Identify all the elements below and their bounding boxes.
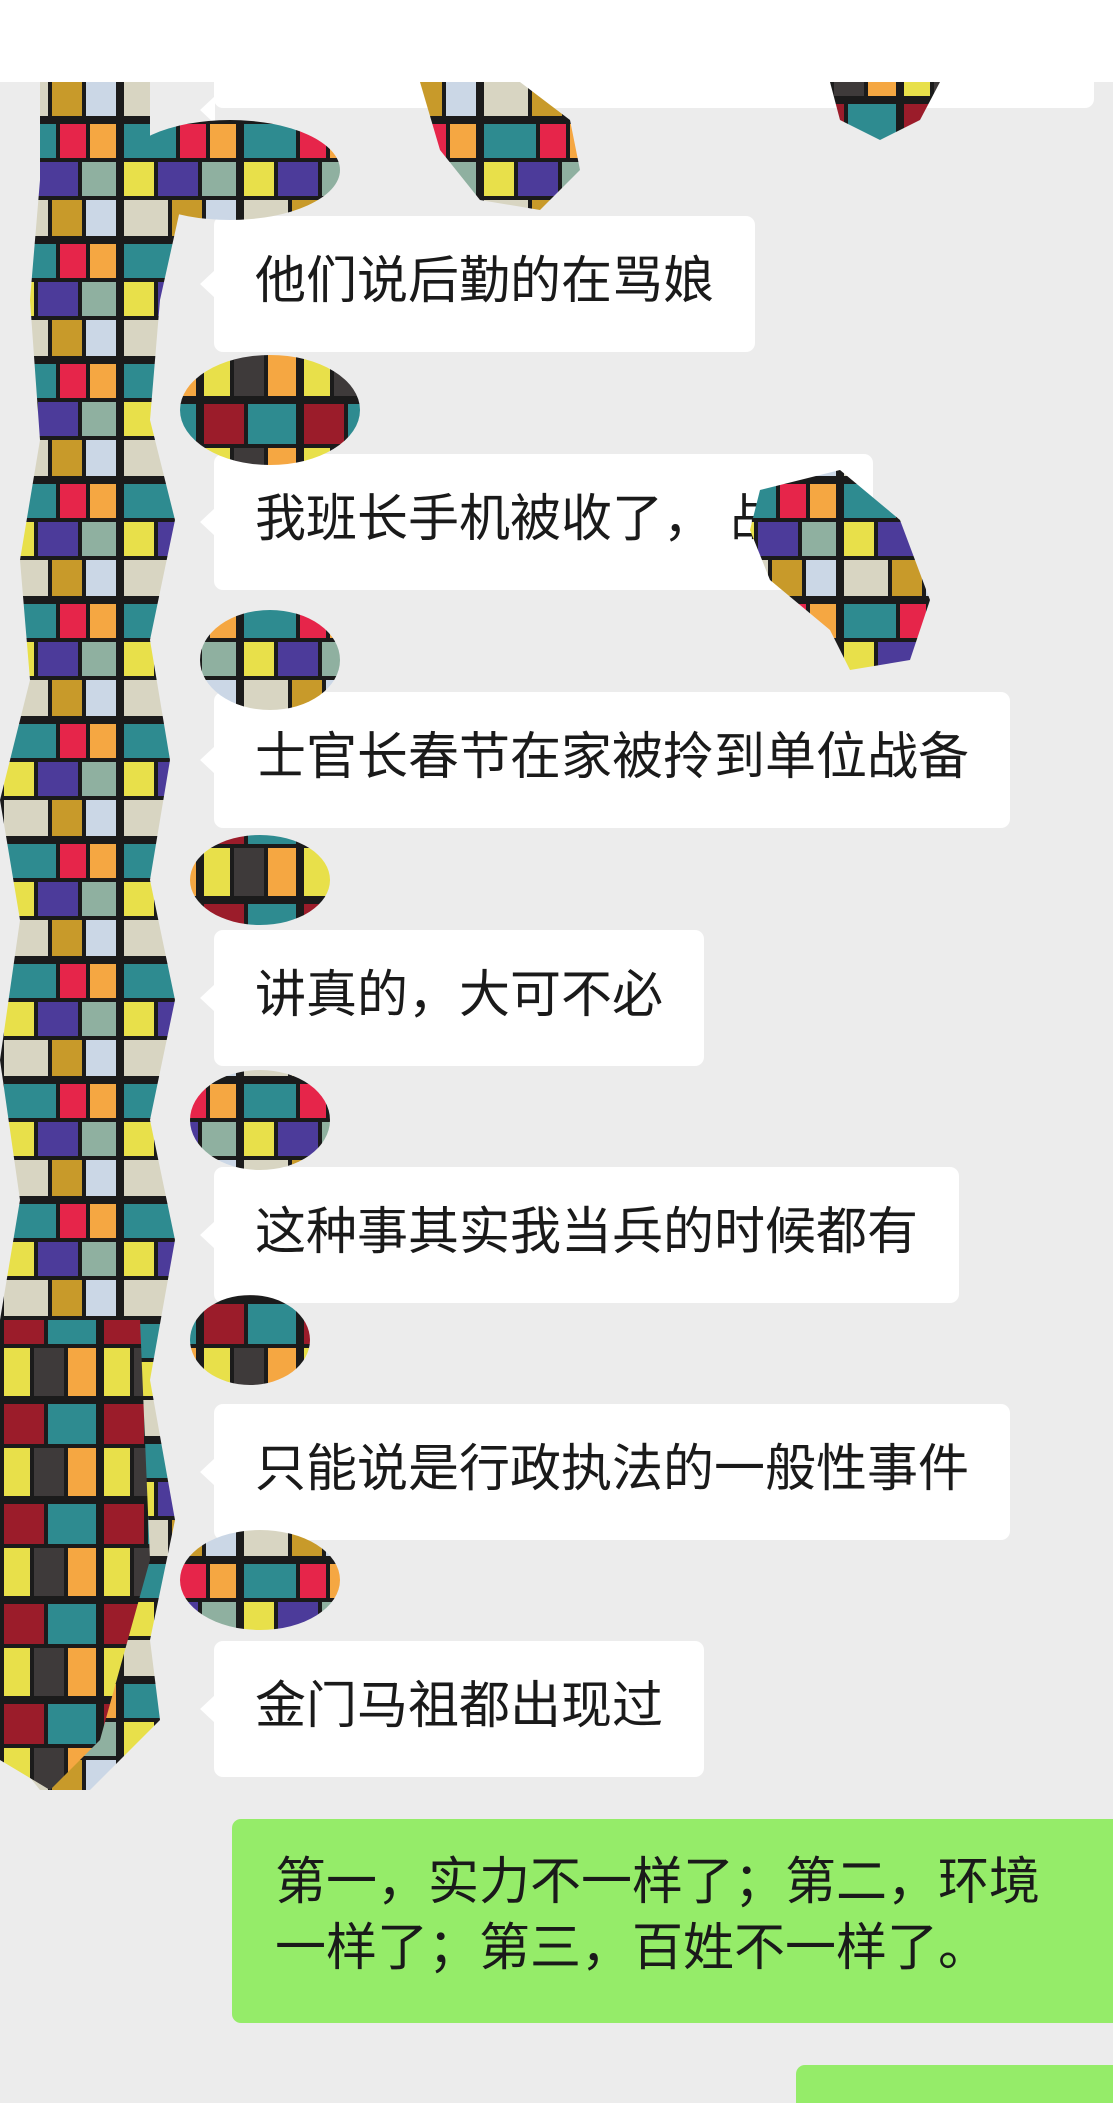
message-text: 士官长春节在家被拎到单位战备 bbox=[255, 728, 970, 787]
message-bubble-incoming[interactable]: 他们说后勤的在骂娘 bbox=[199, 216, 756, 352]
message-bubble-incoming[interactable]: 这种事其实我当兵的时候都有 bbox=[199, 1167, 960, 1303]
message-text: 只能说是行政执法的一般性事件 bbox=[255, 1440, 970, 1499]
message-text: 我班长手机被收了， 战备 bbox=[255, 490, 833, 549]
message-text: 讲真的，大可不必 bbox=[255, 966, 664, 1025]
message-text: 金门马祖都出现过 bbox=[255, 1677, 664, 1736]
chat-message-area[interactable]: 他们说后勤的在骂娘 我班长手机被收了， 战备 士官长春节在家被拎到单位战备 讲真… bbox=[0, 82, 1113, 2103]
message-bubble-incoming[interactable]: 我班长手机被收了， 战备 bbox=[199, 454, 874, 590]
message-bubble-partial[interactable] bbox=[200, 82, 1094, 124]
message-bubble-outgoing[interactable]: 第一，实力不一样了；第二，环境 一样了；第三，百姓不一样了。 bbox=[232, 1819, 1113, 2023]
message-bubble-incoming[interactable]: 讲真的，大可不必 bbox=[199, 930, 705, 1066]
message-bubble-incoming[interactable]: 士官长春节在家被拎到单位战备 bbox=[199, 692, 1011, 828]
message-text: 他们说后勤的在骂娘 bbox=[255, 252, 715, 311]
chat-screen: 他们说后勤的在骂娘 我班长手机被收了， 战备 士官长春节在家被拎到单位战备 讲真… bbox=[0, 0, 1113, 2103]
message-text: 这种事其实我当兵的时候都有 bbox=[255, 1203, 919, 1262]
message-bubble-incoming[interactable]: 只能说是行政执法的一般性事件 bbox=[199, 1404, 1011, 1540]
message-text: 第一，实力不一样了；第二，环境 一样了；第三，百姓不一样了。 bbox=[275, 1853, 1041, 1978]
message-bubble-outgoing-partial[interactable] bbox=[796, 2065, 1113, 2103]
message-bubble-incoming[interactable]: 金门马祖都出现过 bbox=[199, 1641, 705, 1777]
